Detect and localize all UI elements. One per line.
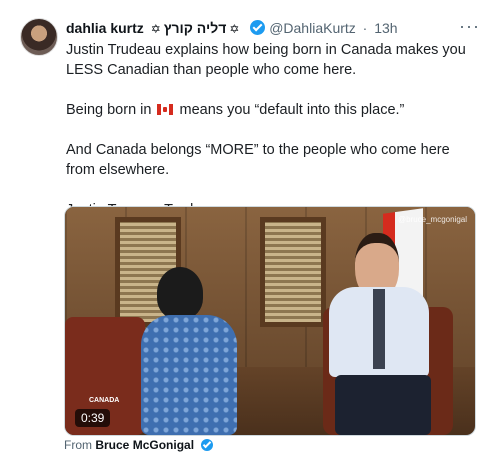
author-handle[interactable]: @DahliaKurtz: [269, 20, 356, 36]
video-player[interactable]: @bruce_mcgonigal CANADA 0:39: [64, 206, 476, 436]
more-options-icon[interactable]: ···: [459, 16, 480, 37]
tweet-header: dahlia kurtz ✡ דליה קורץ ✡ @DahliaKurtz · …: [66, 18, 482, 38]
separator-dot: ·: [362, 20, 368, 36]
author-hebrew-name[interactable]: דליה קורץ: [164, 20, 227, 36]
canada-flag-icon: [157, 104, 174, 115]
star-of-david-icon: ✡: [150, 22, 161, 36]
source-name[interactable]: Bruce McGonigal: [95, 438, 194, 452]
star-of-david-icon: ✡: [229, 22, 240, 36]
born-suffix: means you “default into this place.”: [179, 102, 405, 118]
video-source-attribution[interactable]: From Bruce McGonigal: [64, 438, 214, 452]
author-name[interactable]: dahlia kurtz: [66, 20, 144, 36]
author-avatar[interactable]: [20, 18, 58, 56]
tweet-paragraph: Being born in means you “default into th…: [66, 100, 476, 120]
video-person-interviewee: [315, 229, 445, 435]
verified-badge-icon: [250, 20, 266, 35]
verified-badge-icon: [201, 439, 214, 451]
video-person-interviewer: [135, 267, 245, 435]
born-prefix: Being born in: [66, 102, 152, 118]
tweet-paragraph: And Canada belongs “MORE” to the people …: [66, 142, 450, 178]
tweet-card[interactable]: dahlia kurtz ✡ דליה קורץ ✡ @DahliaKurtz · …: [0, 0, 500, 452]
video-watermark: @bruce_mcgonigal: [397, 215, 467, 224]
tweet-timestamp[interactable]: 13h: [374, 20, 397, 36]
from-prefix: From: [64, 438, 92, 452]
channel-logo: CANADA: [89, 397, 120, 404]
video-duration: 0:39: [75, 409, 111, 427]
tweet-paragraph: Justin Trudeau explains how being born i…: [66, 42, 466, 78]
